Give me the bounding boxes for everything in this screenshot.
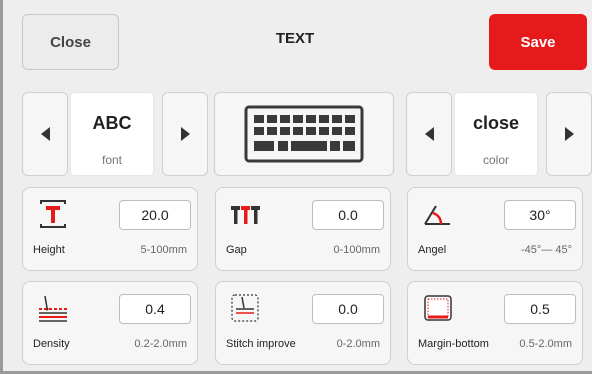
font-prev-button[interactable] xyxy=(22,92,68,176)
keyboard-button[interactable] xyxy=(214,92,394,176)
font-caption: font xyxy=(101,153,122,167)
height-value-input[interactable]: 20.0 xyxy=(119,200,191,230)
gap-value-input[interactable]: 0.0 xyxy=(312,200,384,230)
font-next-button[interactable] xyxy=(162,92,208,176)
save-button[interactable]: Save xyxy=(489,14,587,70)
arrow-left-icon xyxy=(40,127,50,141)
color-caption: color xyxy=(482,153,509,167)
stitch-improve-value-input[interactable]: 0.0 xyxy=(312,294,384,324)
gap-label: Gap xyxy=(226,244,247,256)
density-label: Density xyxy=(33,338,70,350)
stitch-improve-icon xyxy=(231,294,259,322)
angel-label: Angel xyxy=(418,244,447,256)
color-value: close xyxy=(472,113,520,133)
arrow-left-icon xyxy=(424,127,434,141)
height-range: 5-100mm xyxy=(140,244,187,256)
page-title: TEXT xyxy=(275,30,315,47)
margin-bottom-value-input[interactable]: 0.5 xyxy=(504,294,576,324)
color-next-button[interactable] xyxy=(546,92,592,176)
density-card: 0.4 Density 0.2-2.0mm xyxy=(22,281,198,365)
margin-bottom-card: 0.5 Margin-bottom 0.5-2.0mm xyxy=(407,281,583,365)
height-card: 20.0 Height 5-100mm xyxy=(22,187,198,271)
arrow-right-icon xyxy=(564,127,574,141)
density-value-input[interactable]: 0.4 xyxy=(119,294,191,324)
margin-bottom-label: Margin-bottom xyxy=(418,338,489,350)
density-icon xyxy=(39,295,67,322)
angel-card: 30° Angel -45°— 45° xyxy=(407,187,583,271)
font-value: ABC xyxy=(92,113,132,133)
keyboard-icon xyxy=(244,105,364,163)
gap-card: 0.0 Gap 0-100mm xyxy=(215,187,391,271)
text-height-icon xyxy=(40,200,66,228)
color-prev-button[interactable] xyxy=(406,92,452,176)
stitch-improve-label: Stitch improve xyxy=(226,338,296,350)
angel-value-input[interactable]: 30° xyxy=(504,200,576,230)
close-button[interactable]: Close xyxy=(22,14,119,70)
stitch-improve-range: 0-2.0mm xyxy=(336,338,380,350)
letter-gap-icon xyxy=(231,206,260,224)
stitch-improve-card: 0.0 Stitch improve 0-2.0mm xyxy=(215,281,391,365)
margin-bottom-icon xyxy=(424,295,452,321)
color-selector[interactable]: close color xyxy=(454,92,538,176)
angel-range: -45°— 45° xyxy=(521,244,572,256)
margin-bottom-range: 0.5-2.0mm xyxy=(519,338,572,350)
density-range: 0.2-2.0mm xyxy=(134,338,187,350)
height-label: Height xyxy=(33,244,65,256)
angle-icon xyxy=(424,205,450,225)
font-selector[interactable]: ABC font xyxy=(70,92,154,176)
gap-range: 0-100mm xyxy=(333,244,380,256)
arrow-right-icon xyxy=(180,127,190,141)
